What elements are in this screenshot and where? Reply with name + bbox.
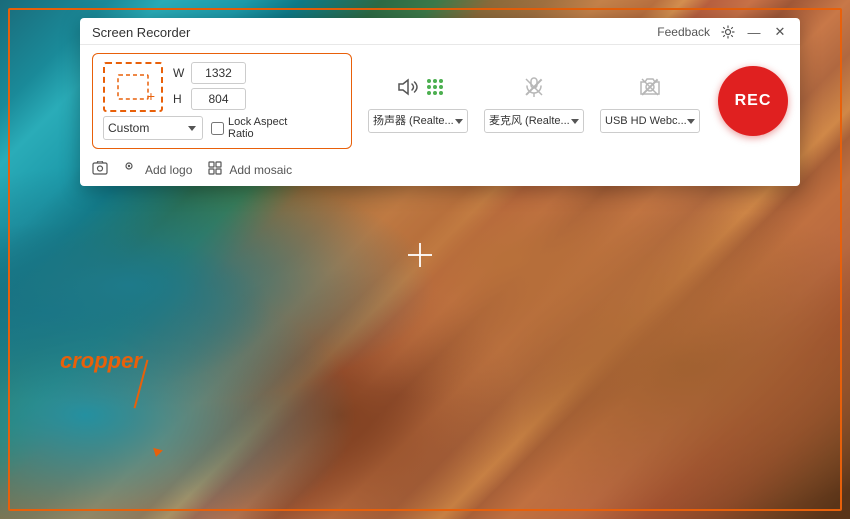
add-logo-label: Add logo <box>145 163 192 177</box>
media-icons-container: 扬声器 (Realte... 麦克风 (Real <box>368 69 702 133</box>
cropper-label-text: cropper <box>60 348 142 374</box>
mic-select[interactable]: 麦克风 (Realte... <box>484 109 584 133</box>
lock-ratio-checkbox[interactable] <box>211 122 224 135</box>
camera-group: USB HD Webc... <box>600 69 700 133</box>
cropper-annotation: cropper <box>60 348 142 374</box>
height-label: H <box>173 92 185 106</box>
height-row: H <box>173 88 246 110</box>
panel-toolbar: Add logo Add mosaic <box>80 157 800 186</box>
speaker-dots <box>427 79 443 95</box>
crop-frame-icon <box>103 62 163 112</box>
recorder-panel: Screen Recorder Feedback — ✕ <box>80 18 800 186</box>
speaker-icon[interactable] <box>393 71 425 103</box>
width-input[interactable] <box>191 62 246 84</box>
lock-ratio-text: Lock AspectRatio <box>228 116 287 140</box>
add-mosaic-button[interactable]: Add mosaic <box>208 161 292 178</box>
panel-title: Screen Recorder <box>92 25 190 40</box>
camera-select[interactable]: USB HD Webc... <box>600 109 700 133</box>
crop-section: W H Custom 1920x1080 1280x720 640x480 <box>92 53 352 149</box>
crop-bottom: Custom 1920x1080 1280x720 640x480 Lock A… <box>103 116 341 140</box>
width-row: W <box>173 62 246 84</box>
preset-select[interactable]: Custom 1920x1080 1280x720 640x480 <box>103 116 203 140</box>
add-logo-button[interactable]: Add logo <box>124 161 192 178</box>
crop-top: W H <box>103 62 341 112</box>
width-label: W <box>173 66 185 80</box>
dimensions-container: W H <box>173 62 246 110</box>
move-crosshair <box>408 243 432 267</box>
mosaic-icon <box>208 161 224 178</box>
screenshot-button[interactable] <box>92 161 108 178</box>
mic-icon[interactable] <box>518 71 550 103</box>
panel-body: W H Custom 1920x1080 1280x720 640x480 <box>80 45 800 157</box>
camera-icon[interactable] <box>634 71 666 103</box>
speaker-select[interactable]: 扬声器 (Realte... <box>368 109 468 133</box>
speaker-icon-row <box>393 69 443 105</box>
titlebar: Screen Recorder Feedback — ✕ <box>80 18 800 45</box>
lock-ratio-label: Lock AspectRatio <box>211 116 287 140</box>
height-input[interactable] <box>191 88 246 110</box>
settings-icon[interactable] <box>720 24 736 40</box>
rec-label: REC <box>735 92 772 110</box>
feedback-link[interactable]: Feedback <box>657 25 710 39</box>
minimize-button[interactable]: — <box>746 24 762 40</box>
speaker-group: 扬声器 (Realte... <box>368 69 468 133</box>
logo-icon <box>124 161 140 178</box>
titlebar-controls: Feedback — ✕ <box>657 24 788 40</box>
rec-button[interactable]: REC <box>718 66 788 136</box>
screenshot-icon <box>92 161 108 178</box>
close-button[interactable]: ✕ <box>772 24 788 40</box>
mic-group: 麦克风 (Realte... <box>484 69 584 133</box>
add-mosaic-label: Add mosaic <box>229 163 292 177</box>
camera-icon-row <box>634 69 666 105</box>
mic-icon-row <box>518 69 550 105</box>
